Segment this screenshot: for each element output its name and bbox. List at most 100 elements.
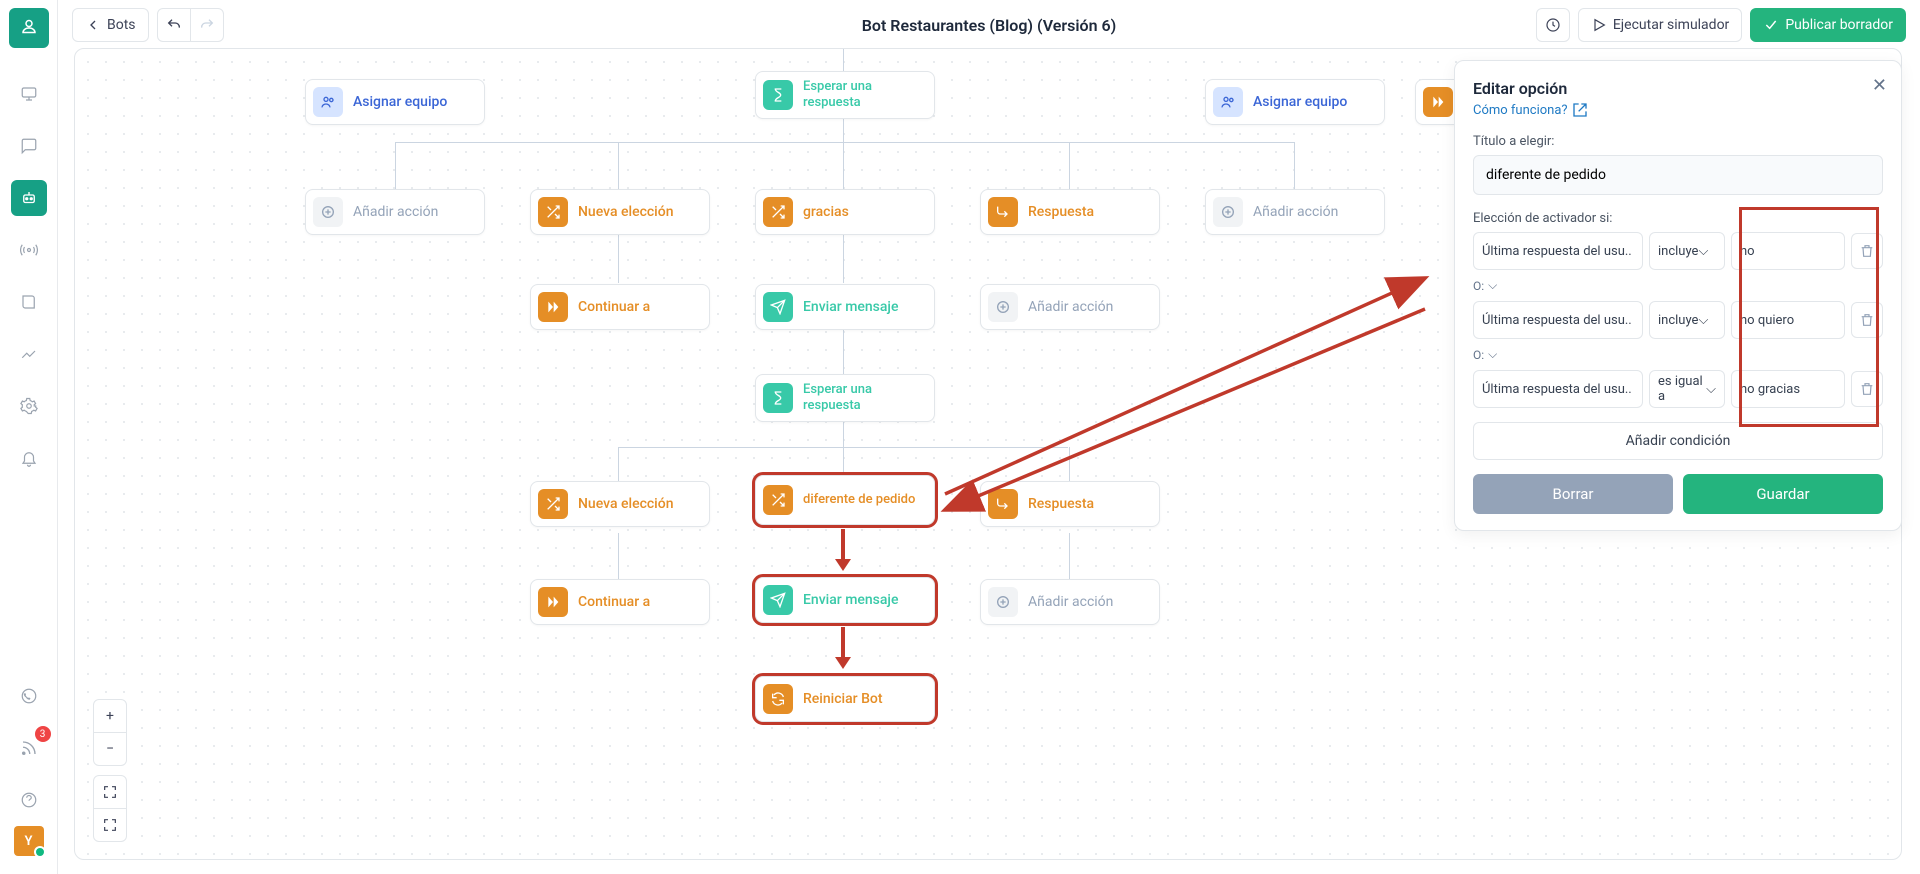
nav-desktop-icon[interactable] xyxy=(11,76,47,112)
panel-title: Editar opción xyxy=(1473,79,1883,98)
node-assign-team-2[interactable]: Asignar equipo xyxy=(1205,79,1385,125)
user-avatar[interactable]: Y xyxy=(14,826,44,856)
node-add-action-1[interactable]: Añadir acción xyxy=(305,189,485,235)
fullscreen-button[interactable] xyxy=(93,775,127,809)
node-add-action-2[interactable]: Añadir acción xyxy=(1205,189,1385,235)
condition-value-input[interactable]: no xyxy=(1731,232,1845,270)
undo-button[interactable] xyxy=(157,8,191,42)
node-add-action-4[interactable]: Añadir acción xyxy=(980,579,1160,625)
condition-value-input[interactable]: no gracias xyxy=(1731,370,1845,408)
add-condition-button[interactable]: Añadir condición xyxy=(1473,422,1883,460)
help-link[interactable]: Cómo funciona? xyxy=(1473,102,1588,118)
plus-circle-icon xyxy=(988,292,1018,322)
node-restart-bot[interactable]: Reiniciar Bot xyxy=(755,676,935,722)
team-icon xyxy=(313,87,343,117)
back-to-bots-button[interactable]: Bots xyxy=(72,8,149,42)
node-continue-to-3[interactable]: Continuar a xyxy=(530,284,710,330)
title-input[interactable] xyxy=(1473,155,1883,195)
app-sidebar: 3 Y xyxy=(0,0,58,874)
nav-bot-icon[interactable] xyxy=(11,180,47,216)
condition-source-select[interactable]: Última respuesta del usu.. xyxy=(1473,370,1643,408)
team-icon xyxy=(1213,87,1243,117)
condition-row-2: Última respuesta del usu.. incluye ⌵ no … xyxy=(1473,301,1883,339)
node-new-choice-2[interactable]: Nueva elección xyxy=(530,481,710,527)
node-add-action-3[interactable]: Añadir acción xyxy=(980,284,1160,330)
node-wait-response-2[interactable]: Esperar una respuesta xyxy=(755,374,935,422)
node-response-1[interactable]: Respuesta xyxy=(980,189,1160,235)
plus-circle-icon xyxy=(313,197,343,227)
trigger-label: Elección de activador si: xyxy=(1473,211,1883,226)
chevron-down-icon: ⌵ xyxy=(1706,382,1716,397)
top-bar: Bots Bot Restaurantes (Blog) (Versión 6)… xyxy=(58,0,1920,50)
nav-whatsapp-icon[interactable] xyxy=(11,678,47,714)
node-send-message-1[interactable]: Enviar mensaje xyxy=(755,284,935,330)
edit-option-panel: ✕ Editar opción Cómo funciona? Título a … xyxy=(1454,60,1902,531)
chevron-down-icon: ⌵ xyxy=(1698,313,1708,328)
publish-draft-button[interactable]: Publicar borrador xyxy=(1750,8,1906,42)
corner-down-icon xyxy=(988,489,1018,519)
condition-row-3: Última respuesta del usu.. es igual a ⌵ … xyxy=(1473,370,1883,408)
save-button[interactable]: Guardar xyxy=(1683,474,1883,514)
shuffle-icon xyxy=(763,197,793,227)
annotation-arrowhead xyxy=(835,657,851,669)
condition-value-input[interactable]: no quiero xyxy=(1731,301,1845,339)
close-icon[interactable]: ✕ xyxy=(1872,75,1887,96)
delete-condition-button[interactable] xyxy=(1851,302,1883,338)
nav-rss-icon[interactable]: 3 xyxy=(11,730,47,766)
shuffle-icon xyxy=(763,485,793,515)
or-separator-2: O:⌵ xyxy=(1473,347,1883,362)
send-icon xyxy=(763,585,793,615)
forward-icon xyxy=(538,292,568,322)
node-assign-team-1[interactable]: Asignar equipo xyxy=(305,79,485,125)
node-wait-response-1[interactable]: Esperar una respuesta xyxy=(755,71,935,119)
plus-circle-icon xyxy=(1213,197,1243,227)
delete-button[interactable]: Borrar xyxy=(1473,474,1673,514)
condition-source-select[interactable]: Última respuesta del usu.. xyxy=(1473,232,1643,270)
node-thanks[interactable]: gracias xyxy=(755,189,935,235)
run-simulator-button[interactable]: Ejecutar simulador xyxy=(1578,8,1742,42)
condition-source-select[interactable]: Última respuesta del usu.. xyxy=(1473,301,1643,339)
page-title: Bot Restaurantes (Blog) (Versión 6) xyxy=(862,16,1117,35)
fit-button[interactable] xyxy=(93,808,127,842)
chevron-down-icon: ⌵ xyxy=(1488,347,1497,362)
hourglass-icon xyxy=(763,383,793,413)
plus-circle-icon xyxy=(988,587,1018,617)
condition-operator-select[interactable]: incluye ⌵ xyxy=(1649,232,1725,270)
corner-down-icon xyxy=(988,197,1018,227)
redo-button[interactable] xyxy=(190,8,224,42)
shuffle-icon xyxy=(538,197,568,227)
nav-bell-icon[interactable] xyxy=(11,440,47,476)
refresh-icon xyxy=(763,684,793,714)
nav-chat-icon[interactable] xyxy=(11,128,47,164)
delete-condition-button[interactable] xyxy=(1851,233,1883,269)
hourglass-icon xyxy=(763,80,793,110)
back-label: Bots xyxy=(107,17,136,33)
condition-operator-select[interactable]: es igual a ⌵ xyxy=(1649,370,1725,408)
node-send-message-2[interactable]: Enviar mensaje xyxy=(755,577,935,623)
history-button[interactable] xyxy=(1536,8,1570,42)
node-different-order[interactable]: diferente de pedido xyxy=(755,475,935,525)
node-new-choice-1[interactable]: Nueva elección xyxy=(530,189,710,235)
nav-trend-icon[interactable] xyxy=(11,336,47,372)
rss-badge: 3 xyxy=(35,726,51,742)
delete-condition-button[interactable] xyxy=(1851,371,1883,407)
condition-operator-select[interactable]: incluye ⌵ xyxy=(1649,301,1725,339)
annotation-arrow xyxy=(841,529,845,561)
forward-icon xyxy=(1423,87,1453,117)
chevron-down-icon: ⌵ xyxy=(1698,244,1708,259)
zoom-out-button[interactable]: − xyxy=(93,732,127,766)
or-separator-1: O:⌵ xyxy=(1473,278,1883,293)
nav-book-icon[interactable] xyxy=(11,284,47,320)
forward-icon xyxy=(538,587,568,617)
nav-help-icon[interactable] xyxy=(11,782,47,818)
node-continue-to-4[interactable]: Continuar a xyxy=(530,579,710,625)
chevron-down-icon: ⌵ xyxy=(1488,278,1497,293)
app-logo xyxy=(9,8,49,48)
annotation-arrow xyxy=(841,627,845,659)
nav-broadcast-icon[interactable] xyxy=(11,232,47,268)
node-response-2[interactable]: Respuesta xyxy=(980,481,1160,527)
nav-gear-icon[interactable] xyxy=(11,388,47,424)
annotation-arrowhead xyxy=(835,559,851,571)
title-field-label: Título a elegir: xyxy=(1473,134,1883,149)
zoom-in-button[interactable]: + xyxy=(93,699,127,733)
